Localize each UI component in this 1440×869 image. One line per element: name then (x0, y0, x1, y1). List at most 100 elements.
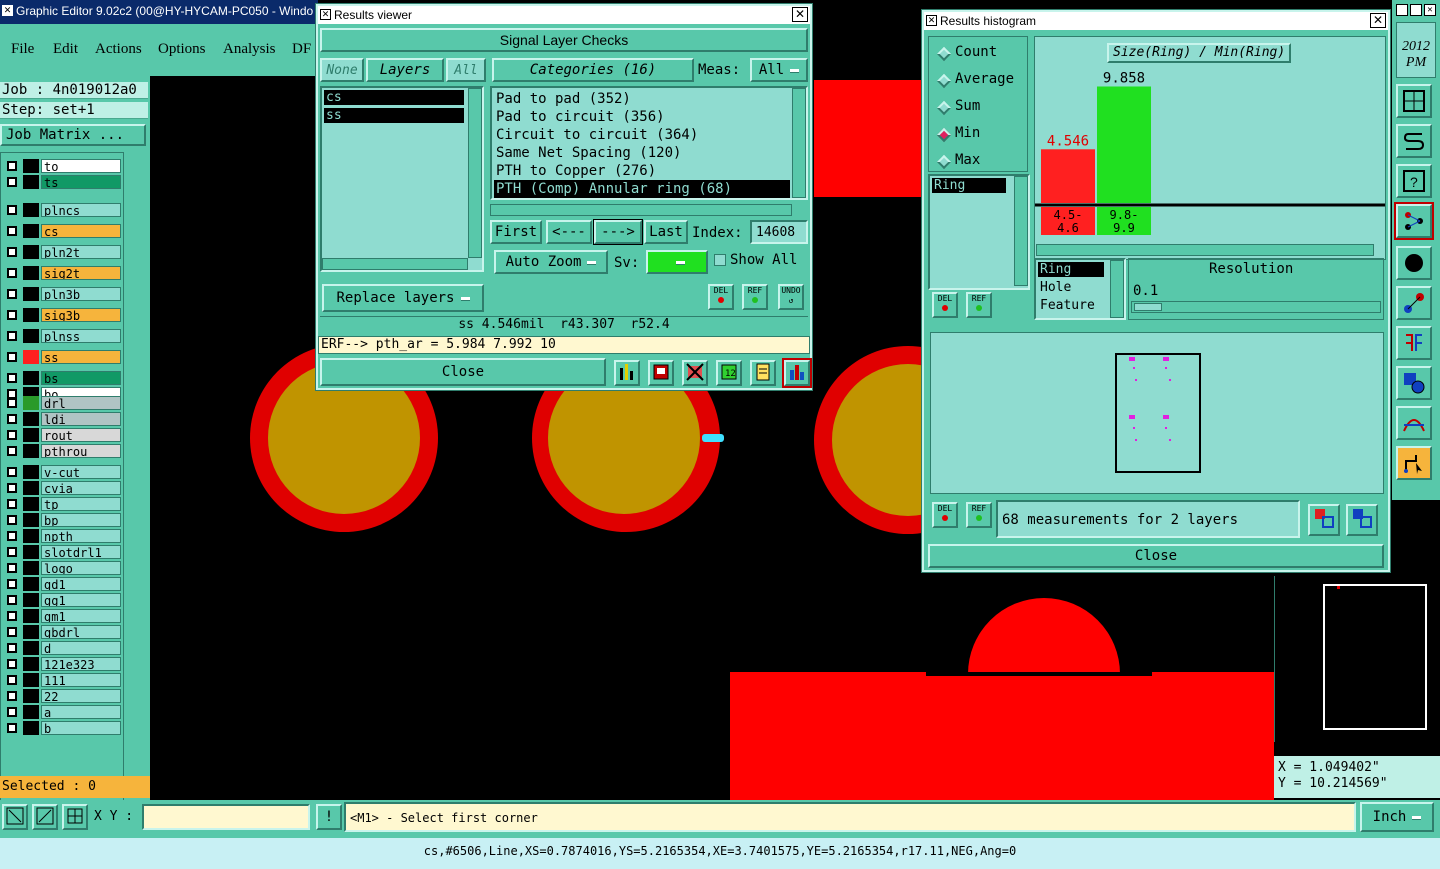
layer-checkbox[interactable] (7, 205, 17, 215)
categories-vscroll[interactable] (792, 88, 806, 198)
layer-checkbox[interactable] (7, 289, 17, 299)
radio-average[interactable] (936, 73, 952, 89)
layer-row-drl[interactable]: drl (5, 396, 121, 410)
layer-checkbox[interactable] (7, 499, 17, 509)
layer-row-d[interactable]: d (5, 641, 121, 655)
category-item[interactable]: Pad to pad (352) (496, 90, 631, 108)
layer-checkbox[interactable] (7, 268, 17, 278)
help-icon[interactable]: ? (1396, 164, 1432, 198)
menu-file[interactable]: File (11, 41, 34, 58)
zoom-area-icon[interactable] (2, 804, 28, 830)
feature-item-hole[interactable]: Hole (1040, 280, 1071, 295)
snap-grid-icon[interactable] (62, 804, 88, 830)
layer-row-pthrou[interactable]: pthrou (5, 444, 121, 458)
preview-del-button[interactable]: DEL (932, 502, 958, 528)
layers-tab[interactable]: Layers (366, 58, 444, 82)
layer-row-bs[interactable]: bs (5, 371, 121, 385)
index-input[interactable] (750, 220, 808, 244)
layer-row-pln3b[interactable]: pln3b (5, 287, 121, 301)
layer-checkbox[interactable] (7, 643, 17, 653)
layer-row-22[interactable]: 22 (5, 689, 121, 703)
alert-icon[interactable]: ! (316, 804, 342, 830)
layer-checkbox[interactable] (7, 675, 17, 685)
menu-df[interactable]: DF (292, 41, 311, 58)
layer-row-gm1[interactable]: gm1 (5, 609, 121, 623)
layer-row-gd1[interactable]: gd1 (5, 577, 121, 591)
category-item-selected[interactable]: PTH (Comp) Annular ring (68) (494, 180, 790, 198)
layer-item-ss[interactable]: ss (324, 108, 464, 123)
erf-off-icon[interactable] (682, 360, 708, 386)
close-icon[interactable]: ✕ (1424, 4, 1436, 16)
layer-row-sig2t[interactable]: sig2t (5, 266, 121, 280)
layer-row-logo[interactable]: logo (5, 561, 121, 575)
layer-checkbox[interactable] (7, 414, 17, 424)
xy-input[interactable] (142, 804, 310, 830)
layer-row-b[interactable]: b (5, 721, 121, 735)
layer-checkbox[interactable] (7, 247, 17, 257)
layer-checkbox[interactable] (7, 531, 17, 541)
layers-vscroll[interactable] (468, 88, 482, 258)
layer-row-rout[interactable]: rout (5, 428, 121, 442)
preview-ref-button[interactable]: REF (966, 502, 992, 528)
color-bars-icon[interactable] (614, 360, 640, 386)
layer-checkbox[interactable] (7, 467, 17, 477)
hist-del-button[interactable]: DEL (932, 292, 958, 318)
job-matrix-button[interactable]: Job Matrix ... (0, 124, 146, 146)
layer-checkbox[interactable] (7, 226, 17, 236)
layer-checkbox[interactable] (7, 373, 17, 383)
layer-checkbox[interactable] (7, 579, 17, 589)
layer-row-npth[interactable]: npth (5, 529, 121, 543)
histogram-close-button[interactable]: Close (928, 544, 1384, 568)
layer-row-121e323[interactable]: 121e323 (5, 657, 121, 671)
layer-row-pln2t[interactable]: pln2t (5, 245, 121, 259)
menu-options[interactable]: Options (158, 41, 206, 58)
minimize-icon[interactable] (1396, 4, 1408, 16)
zoom-out-icon[interactable] (1346, 504, 1378, 536)
maximize-icon[interactable] (1410, 4, 1422, 16)
overview-map[interactable] (1274, 576, 1436, 742)
layer-item-cs[interactable]: cs (324, 90, 464, 105)
layer-checkbox[interactable] (7, 446, 17, 456)
feature-vscroll[interactable] (1110, 260, 1124, 318)
prev-button[interactable]: <--- (546, 220, 592, 244)
categories-tab[interactable]: Categories (16) (492, 58, 694, 82)
layer-row-gbdrl[interactable]: gbdrl (5, 625, 121, 639)
close-icon[interactable]: ✕ (792, 7, 808, 22)
category-item[interactable]: PTH to Copper (276) (496, 162, 656, 180)
feature-listbox[interactable]: Ring Hole Feature (1034, 258, 1126, 320)
close-button[interactable]: Close (320, 358, 606, 386)
close-icon[interactable]: ✕ (1370, 13, 1386, 28)
resolution-slider[interactable] (1131, 301, 1381, 313)
layer-checkbox[interactable] (7, 398, 17, 408)
measure-listbox[interactable]: Ring (928, 174, 1030, 290)
all-button[interactable]: All (446, 58, 486, 82)
categories-hscroll[interactable] (490, 204, 792, 216)
first-button[interactable]: First (490, 220, 542, 244)
radio-sum[interactable] (936, 100, 952, 116)
layer-checkbox[interactable] (7, 352, 17, 362)
auto-zoom-select[interactable]: Auto Zoom (494, 250, 608, 274)
layer-row-plncs[interactable]: plncs (5, 203, 121, 217)
layer-checkbox[interactable] (7, 547, 17, 557)
layer-row-bp[interactable]: bp (5, 513, 121, 527)
layer-row-ldi[interactable]: ldi (5, 412, 121, 426)
layer-checkbox[interactable] (7, 611, 17, 621)
layer-row-v-cut[interactable]: v-cut (5, 465, 121, 479)
undo-button[interactable]: UNDO ↺ (778, 284, 804, 310)
layer-row-cs[interactable]: cs (5, 224, 121, 238)
numbering-icon[interactable]: 12 (716, 360, 742, 386)
report-icon[interactable] (648, 360, 674, 386)
none-button[interactable]: None (320, 58, 364, 82)
histogram-hscroll[interactable] (1036, 244, 1374, 256)
histogram-bar[interactable] (1097, 86, 1151, 203)
layer-row-gg1[interactable]: gg1 (5, 593, 121, 607)
del-button[interactable]: DEL (708, 284, 734, 310)
pad-tool-icon[interactable] (1396, 246, 1432, 280)
menu-analysis[interactable]: Analysis (223, 41, 276, 58)
layer-row-slotdrl1[interactable]: slotdrl1 (5, 545, 121, 559)
replace-layers-select[interactable]: Replace layers (322, 284, 484, 312)
layer-checkbox[interactable] (7, 430, 17, 440)
layers-listbox[interactable]: cs ss (320, 86, 484, 272)
histogram-icon[interactable] (782, 358, 812, 388)
layer-checkbox[interactable] (7, 595, 17, 605)
